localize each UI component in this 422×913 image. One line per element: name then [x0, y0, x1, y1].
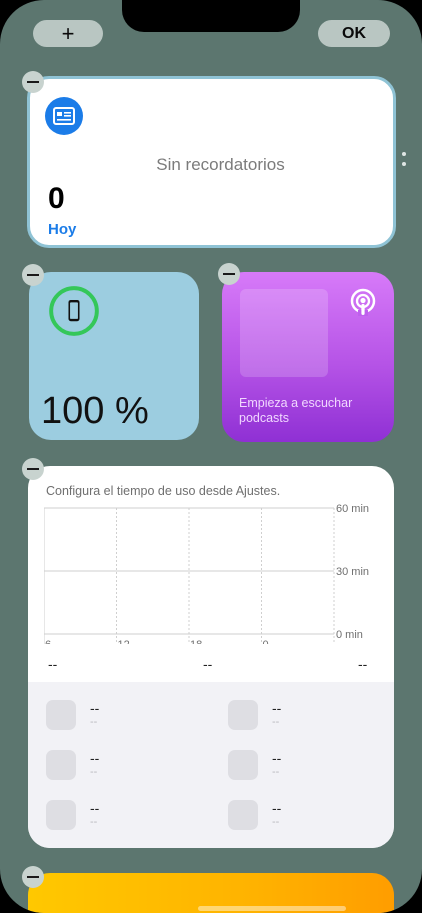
- podcasts-prompt: Empieza a escuchar podcasts: [239, 396, 353, 425]
- podcasts-icon: [350, 288, 376, 316]
- add-widget-button[interactable]: +: [33, 20, 103, 47]
- podcast-artwork-placeholder: [240, 289, 328, 377]
- y-tick-label: 60 min: [336, 504, 369, 515]
- app-icon-placeholder: [228, 700, 258, 730]
- remove-widget-button[interactable]: [22, 71, 44, 93]
- app-icon-placeholder: [46, 750, 76, 780]
- battery-widget[interactable]: 100 %: [29, 272, 199, 440]
- list-icon: [45, 97, 83, 135]
- reminders-today-label: Hoy: [48, 221, 77, 238]
- reminders-widget[interactable]: Sin recordatorios 0 Hoy: [27, 76, 396, 248]
- remove-widget-button[interactable]: [218, 263, 240, 285]
- summary-value: --: [48, 656, 58, 672]
- notch: [122, 0, 300, 32]
- done-button[interactable]: OK: [318, 20, 390, 47]
- reminders-count: 0: [48, 182, 65, 215]
- podcasts-widget[interactable]: Empieza a escuchar podcasts: [222, 272, 394, 442]
- page-indicator: [402, 152, 406, 172]
- summary-value: --: [203, 656, 213, 672]
- list-item: -- --: [228, 800, 394, 840]
- battery-percent: 100 %: [41, 390, 149, 432]
- home-screen-edit-mode: + OK Sin recordatorios 0 Hoy 100 % Empie…: [0, 0, 422, 913]
- x-tick-label: 12: [118, 639, 130, 644]
- list-item: -- --: [46, 800, 216, 840]
- screen-time-title: Configura el tiempo de uso desde Ajustes…: [46, 484, 281, 498]
- iphone-icon: [68, 299, 80, 322]
- app-icon-placeholder: [228, 750, 258, 780]
- app-icon-placeholder: [46, 800, 76, 830]
- x-tick-label: 18: [190, 639, 202, 644]
- app-usage-list: -- -- -- -- -- -- -- -- -- -- -- --: [28, 682, 394, 848]
- remove-widget-button[interactable]: [22, 264, 44, 286]
- list-item: -- --: [228, 700, 394, 740]
- remove-widget-button[interactable]: [22, 458, 44, 480]
- x-tick-label: 0: [263, 639, 269, 644]
- app-icon-placeholder: [46, 700, 76, 730]
- list-item: -- --: [228, 750, 394, 790]
- y-tick-label: 30 min: [336, 566, 369, 578]
- x-tick-label: 6: [45, 639, 51, 644]
- remove-widget-button[interactable]: [22, 866, 44, 888]
- home-indicator[interactable]: [198, 906, 346, 911]
- y-tick-label: 0 min: [336, 629, 363, 641]
- battery-ring: [49, 286, 99, 336]
- screen-time-widget[interactable]: Configura el tiempo de uso desde Ajustes…: [28, 466, 394, 848]
- reminders-empty-text: Sin recordatorios: [156, 155, 285, 174]
- app-icon-placeholder: [228, 800, 258, 830]
- list-item: -- --: [46, 750, 216, 790]
- summary-value: --: [358, 656, 368, 672]
- list-item: -- --: [46, 700, 216, 740]
- screen-time-chart: 60 min 30 min 0 min 6 12 18 0: [44, 504, 369, 644]
